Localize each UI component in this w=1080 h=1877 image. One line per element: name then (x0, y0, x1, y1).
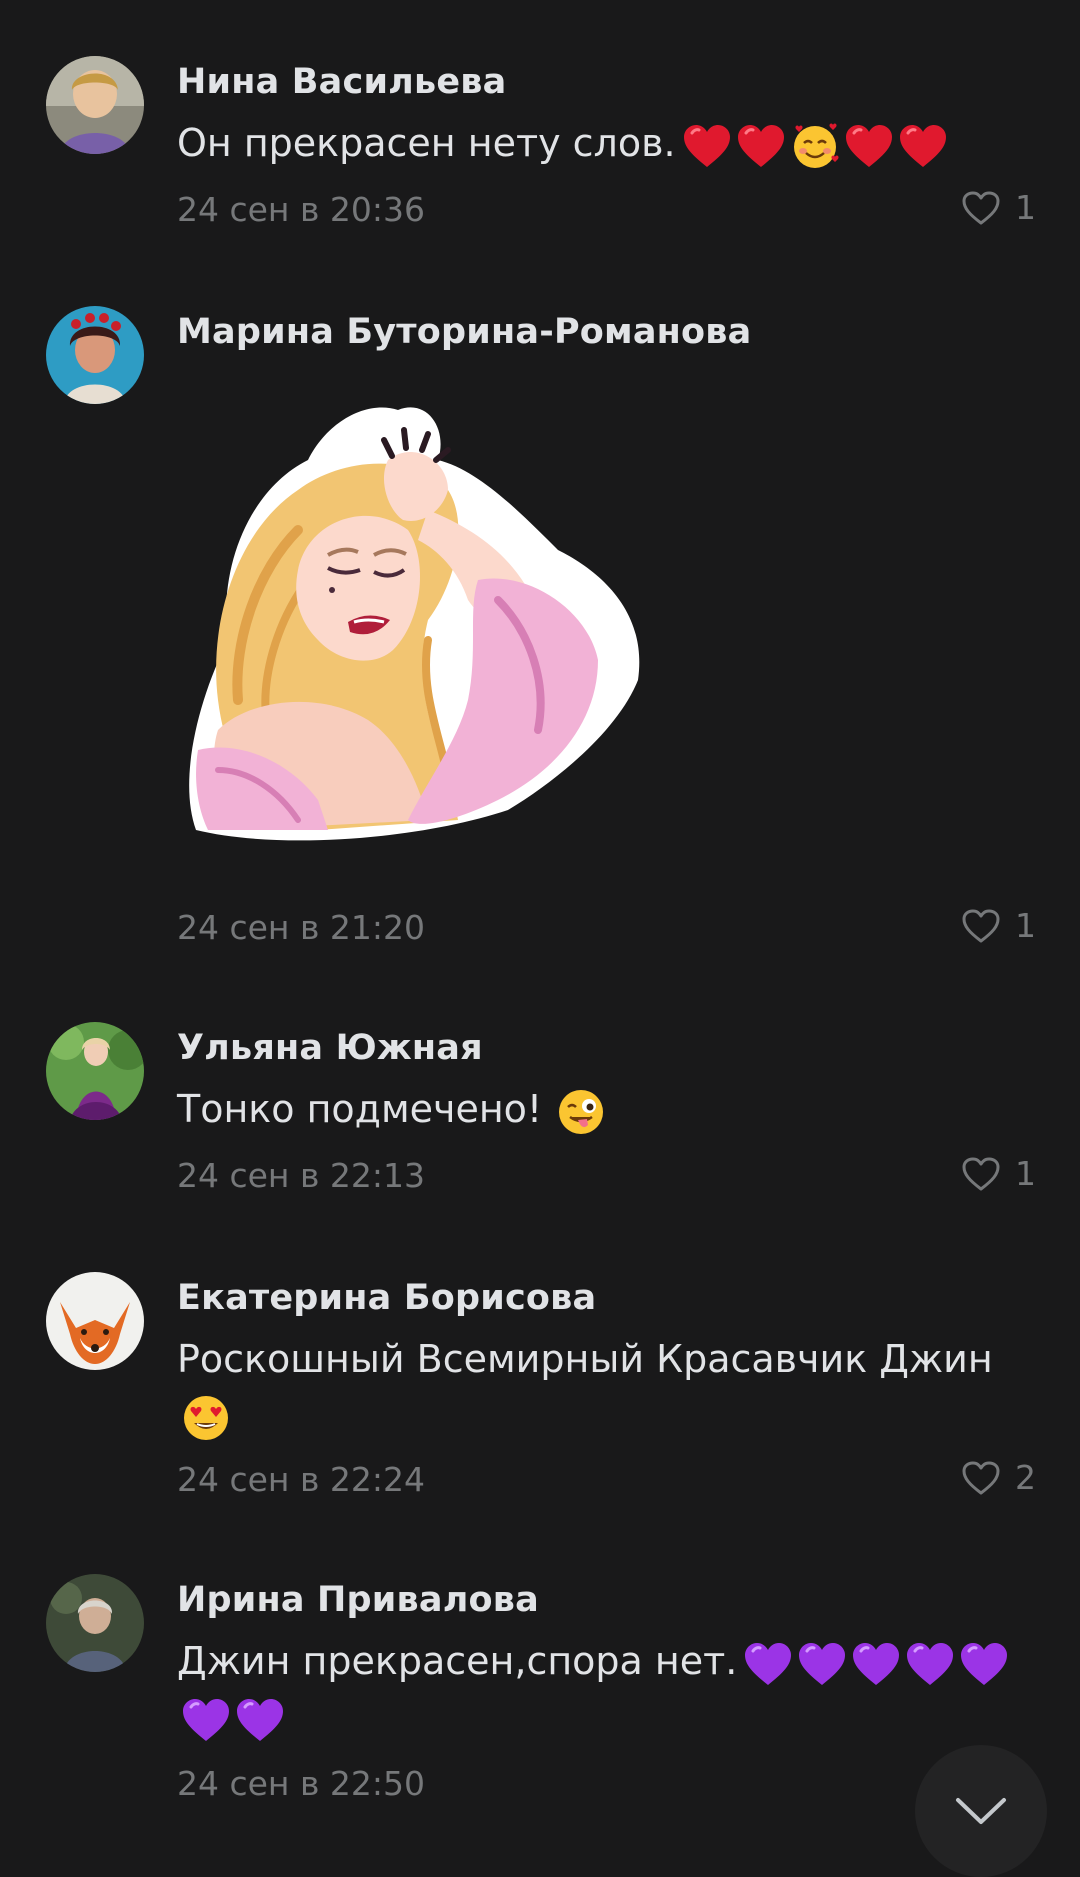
avatar[interactable] (46, 1272, 144, 1370)
comment-date: 24 сен в 22:50 (177, 1764, 426, 1803)
avatar[interactable] (46, 56, 144, 154)
smiling-face-with-heart-eyes-emoji (181, 1393, 231, 1443)
winking-face-with-tongue-emoji (556, 1087, 606, 1137)
comment-text-emoji-line (177, 1688, 1037, 1746)
purple-heart-emoji (797, 1641, 847, 1687)
purple-heart-emoji (235, 1697, 285, 1743)
comment-date: 24 сен в 22:13 (177, 1156, 426, 1195)
avatar[interactable] (46, 1574, 144, 1672)
comment-author[interactable]: Нина Васильева (177, 62, 506, 102)
comment-author[interactable]: Екатерина Борисова (177, 1278, 596, 1318)
like-count: 1 (1015, 906, 1036, 945)
scroll-down-button[interactable] (915, 1745, 1047, 1877)
heart-outline-icon (961, 908, 1001, 944)
comment-text-emoji-line (177, 1386, 1037, 1444)
comment-text-body: Он прекрасен нету слов. (177, 121, 676, 165)
like-button[interactable]: 1 (961, 188, 1036, 227)
avatar[interactable] (46, 1022, 144, 1120)
emoji-row (181, 1697, 285, 1743)
chevron-down-icon (956, 1798, 1006, 1824)
purple-heart-emoji (959, 1641, 1009, 1687)
red-heart-emoji (682, 123, 732, 169)
red-heart-emoji (844, 123, 894, 169)
comment-author[interactable]: Марина Буторина-Романова (177, 312, 751, 352)
red-heart-emoji (736, 123, 786, 169)
comment-text-body: Джин прекрасен,спора нет. (177, 1639, 738, 1683)
heart-outline-icon (961, 1460, 1001, 1496)
comment-text: Он прекрасен нету слов. (177, 114, 1037, 172)
comment-text: Тонко подмечено! (177, 1080, 1037, 1138)
emoji-row (181, 1393, 231, 1443)
heart-outline-icon (961, 1156, 1001, 1192)
like-button[interactable]: 1 (961, 906, 1036, 945)
avatar[interactable] (46, 306, 144, 404)
sticker-image[interactable] (178, 400, 658, 860)
like-count: 1 (1015, 1154, 1036, 1193)
like-button[interactable]: 1 (961, 1154, 1036, 1193)
purple-heart-emoji (905, 1641, 955, 1687)
comment-author[interactable]: Ирина Привалова (177, 1580, 539, 1620)
emoji-row (682, 121, 948, 171)
comment-date: 24 сен в 22:24 (177, 1460, 426, 1499)
comment-text: Роскошный Всемирный Красавчик Джин (177, 1330, 1037, 1388)
purple-heart-emoji (851, 1641, 901, 1687)
purple-heart-emoji (181, 1697, 231, 1743)
heart-outline-icon (961, 190, 1001, 226)
smiling-face-with-hearts-emoji (790, 121, 840, 171)
comment-author[interactable]: Ульяна Южная (177, 1028, 483, 1068)
like-count: 2 (1015, 1458, 1036, 1497)
comment-text-body: Тонко подмечено! (177, 1087, 543, 1131)
comment-date: 24 сен в 21:20 (177, 908, 426, 947)
like-count: 1 (1015, 188, 1036, 227)
comment-text-body: Роскошный Всемирный Красавчик Джин (177, 1337, 993, 1381)
comment-text: Джин прекрасен,спора нет. (177, 1632, 1037, 1690)
emoji-row (743, 1641, 1009, 1687)
emoji-row (556, 1087, 606, 1137)
comment-date: 24 сен в 20:36 (177, 190, 426, 229)
like-button[interactable]: 2 (961, 1458, 1036, 1497)
red-heart-emoji (898, 123, 948, 169)
purple-heart-emoji (743, 1641, 793, 1687)
